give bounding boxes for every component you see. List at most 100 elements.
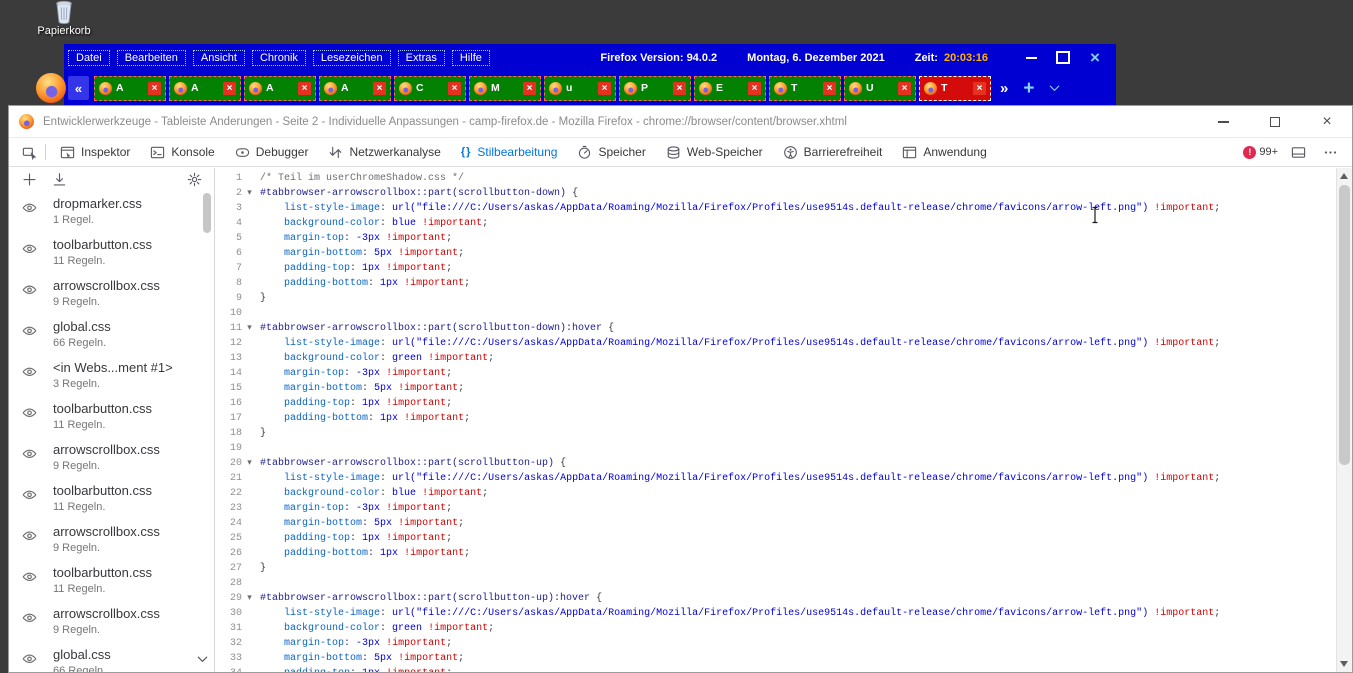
browser-tab[interactable]: u×: [544, 76, 616, 101]
devtools-tab-konsole[interactable]: Konsole: [140, 138, 224, 166]
browser-tab[interactable]: P×: [619, 76, 691, 101]
visibility-eye-icon[interactable]: [22, 405, 37, 420]
new-stylesheet-button[interactable]: [17, 168, 41, 190]
tab-close-button[interactable]: ×: [673, 82, 686, 95]
close-button[interactable]: ×: [1084, 49, 1106, 67]
devtools-tab-web-speicher[interactable]: Web-Speicher: [656, 138, 773, 166]
stylesheet-item[interactable]: arrowscrollbox.css9 Regeln.: [9, 273, 214, 314]
stylesheet-item[interactable]: dropmarker.css1 Regel.: [9, 191, 214, 232]
browser-tab[interactable]: T×: [919, 76, 991, 101]
visibility-eye-icon[interactable]: [22, 528, 37, 543]
error-count-badge[interactable]: ! 99+: [1243, 146, 1278, 159]
scrollbar-down-icon[interactable]: [1340, 661, 1348, 667]
fold-arrow-icon[interactable]: ▾: [242, 321, 257, 336]
visibility-eye-icon[interactable]: [22, 282, 37, 297]
maximize-button[interactable]: [1052, 49, 1074, 67]
devtools-tab-netzwerkanalyse[interactable]: Netzwerkanalyse: [318, 138, 450, 166]
visibility-eye-icon[interactable]: [22, 610, 37, 625]
devtools-tab-debugger[interactable]: Debugger: [225, 138, 319, 166]
browser-tab[interactable]: A×: [94, 76, 166, 101]
visibility-eye-icon[interactable]: [22, 487, 37, 502]
fold-arrow-icon[interactable]: ▾: [242, 591, 257, 606]
visibility-eye-icon[interactable]: [22, 241, 37, 256]
scrollbar-up-icon[interactable]: [1340, 173, 1348, 179]
visibility-eye-icon[interactable]: [22, 200, 37, 215]
devtools-maximize-button[interactable]: [1264, 112, 1286, 132]
code-editor[interactable]: 1/* Teil im userChromeShadow.css */2▾#ta…: [216, 168, 1336, 672]
devtools-tab-speicher[interactable]: Speicher: [567, 138, 655, 166]
tab-close-button[interactable]: ×: [448, 82, 461, 95]
menu-hilfe[interactable]: Hilfe: [452, 50, 490, 66]
devtools-tab-anwendung[interactable]: Anwendung: [892, 138, 996, 166]
menu-ansicht[interactable]: Ansicht: [193, 50, 245, 66]
tab-close-button[interactable]: ×: [748, 82, 761, 95]
tab-close-button[interactable]: ×: [148, 82, 161, 95]
new-tab-button[interactable]: +: [1023, 79, 1034, 98]
browser-tab[interactable]: E×: [694, 76, 766, 101]
firefox-favicon-icon: [624, 82, 637, 95]
tab-close-button[interactable]: ×: [223, 82, 236, 95]
devtools-menu-button[interactable]: [1318, 141, 1342, 163]
visibility-eye-icon[interactable]: [22, 323, 37, 338]
stylesheet-item[interactable]: arrowscrollbox.css9 Regeln.: [9, 601, 214, 642]
tabs-scroll-left-button[interactable]: «: [68, 76, 89, 100]
fold-arrow-icon[interactable]: ▾: [242, 186, 257, 201]
menu-extras[interactable]: Extras: [398, 50, 445, 66]
menu-bearbeiten[interactable]: Bearbeiten: [117, 50, 186, 66]
tab-close-button[interactable]: ×: [598, 82, 611, 95]
devtools-minimize-button[interactable]: [1212, 112, 1234, 132]
menu-chronik[interactable]: Chronik: [252, 50, 306, 66]
options-gear-button[interactable]: [182, 168, 206, 190]
stylesheet-item[interactable]: arrowscrollbox.css9 Regeln.: [9, 437, 214, 478]
sidebar-scrollbar-thumb[interactable]: [203, 193, 211, 233]
list-all-tabs-button[interactable]: [1047, 81, 1062, 96]
stylesheet-item[interactable]: <in Webs...ment #1>3 Regeln.: [9, 355, 214, 396]
devtools-titlebar[interactable]: Entwicklerwerkzeuge - Tableiste Änderung…: [9, 106, 1352, 137]
browser-tab[interactable]: A×: [319, 76, 391, 101]
fold-arrow-icon[interactable]: ▾: [242, 456, 257, 471]
node-picker-button[interactable]: [17, 141, 41, 163]
browser-tab[interactable]: M×: [469, 76, 541, 101]
editor-scrollbar-thumb[interactable]: [1339, 185, 1350, 465]
stylesheet-item[interactable]: global.css66 Regeln.: [9, 642, 214, 672]
visibility-eye-icon[interactable]: [22, 651, 37, 666]
devtools-close-button[interactable]: ×: [1316, 112, 1338, 132]
menu-lesezeichen[interactable]: Lesezeichen: [313, 50, 391, 66]
recycle-bin[interactable]: Papierkorb: [28, 0, 100, 37]
import-stylesheet-button[interactable]: [47, 168, 71, 190]
split-console-button[interactable]: [1286, 141, 1310, 163]
code-text: margin-bottom: 5px !important;: [260, 381, 464, 396]
stylesheet-item[interactable]: toolbarbutton.css11 Regeln.: [9, 396, 214, 437]
minimize-button[interactable]: [1020, 49, 1042, 67]
browser-tab[interactable]: A×: [169, 76, 241, 101]
editor-scrollbar[interactable]: [1336, 168, 1352, 672]
sidebar-scroll-down-icon[interactable]: [195, 652, 210, 667]
devtools-tab-stilbearbeitung[interactable]: {}Stilbearbeitung: [451, 138, 568, 166]
menu-datei[interactable]: Datei: [68, 50, 110, 66]
browser-tab[interactable]: U×: [844, 76, 916, 101]
toolbar-separator: [45, 144, 46, 160]
tab-close-button[interactable]: ×: [898, 82, 911, 95]
tab-close-button[interactable]: ×: [823, 82, 836, 95]
devtools-tab-barrierefreiheit[interactable]: Barrierefreiheit: [773, 138, 893, 166]
stylesheet-item[interactable]: toolbarbutton.css11 Regeln.: [9, 232, 214, 273]
browser-tab[interactable]: A×: [244, 76, 316, 101]
devtools-tab-inspektor[interactable]: Inspektor: [50, 138, 140, 166]
stylesheet-item[interactable]: arrowscrollbox.css9 Regeln.: [9, 519, 214, 560]
tab-close-button[interactable]: ×: [373, 82, 386, 95]
browser-tab[interactable]: C×: [394, 76, 466, 101]
stylesheet-item[interactable]: toolbarbutton.css11 Regeln.: [9, 478, 214, 519]
tabs-scroll-right-button[interactable]: »: [1000, 80, 1008, 97]
visibility-eye-icon[interactable]: [22, 569, 37, 584]
visibility-eye-icon[interactable]: [22, 364, 37, 379]
code-line: 26 padding-bottom: 1px !important;: [216, 546, 1336, 561]
stylesheet-item[interactable]: toolbarbutton.css11 Regeln.: [9, 560, 214, 601]
stylesheet-item[interactable]: global.css66 Regeln.: [9, 314, 214, 355]
tab-close-button[interactable]: ×: [298, 82, 311, 95]
code-text: background-color: blue !important;: [260, 216, 488, 231]
visibility-eye-icon[interactable]: [22, 446, 37, 461]
tab-close-button[interactable]: ×: [523, 82, 536, 95]
browser-tab[interactable]: T×: [769, 76, 841, 101]
tab-close-button[interactable]: ×: [973, 82, 986, 95]
firefox-version-label: Firefox Version: 94.0.2: [600, 52, 717, 64]
